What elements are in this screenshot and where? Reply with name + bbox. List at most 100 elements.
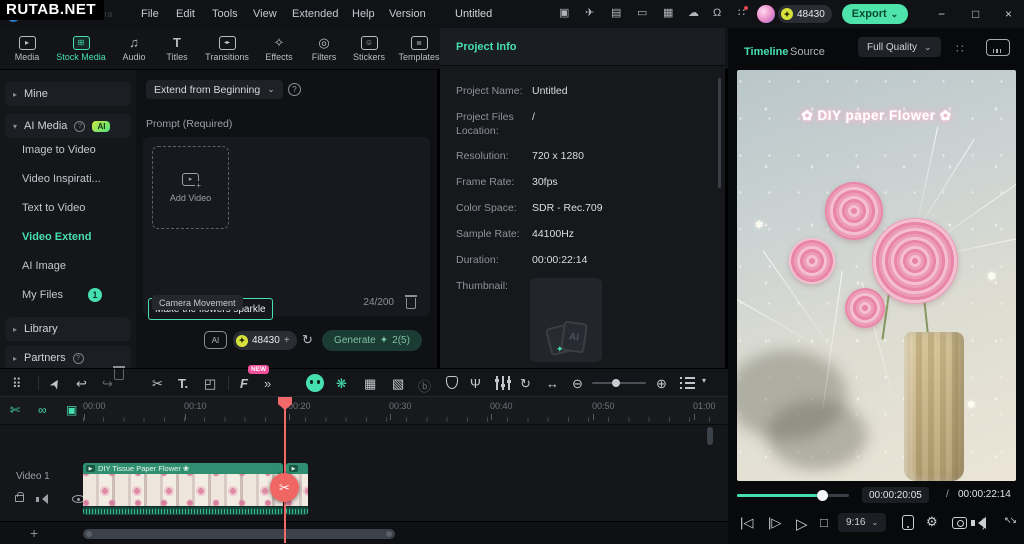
display-icon[interactable]: ▭: [637, 8, 647, 19]
rotate-transform-icon[interactable]: ↻: [520, 376, 531, 392]
sidebar-item-ai-image[interactable]: AI Image: [22, 260, 66, 272]
zoom-out-icon[interactable]: ⊖: [572, 376, 583, 392]
lock-track-icon[interactable]: [15, 495, 24, 502]
sidebar-group-ai-media[interactable]: ▾ AI Media ? AI: [5, 114, 131, 138]
menu-view[interactable]: View: [253, 8, 277, 20]
coin-balance-pill[interactable]: ✦ 48430 +: [233, 331, 297, 350]
cloud-upload-icon[interactable]: ☁: [688, 8, 699, 19]
menu-extended[interactable]: Extended: [292, 8, 338, 20]
generate-button[interactable]: Generate ✦ 2(5): [322, 330, 422, 351]
link-clips-icon[interactable]: ∞: [38, 403, 47, 417]
shield-icon[interactable]: [446, 376, 458, 389]
add-video-dropzone[interactable]: ▸ Add Video: [152, 146, 229, 229]
sidebar-item-text-to-video[interactable]: Text to Video: [22, 202, 85, 214]
panel-scrollbar[interactable]: [718, 78, 721, 188]
tab-source[interactable]: Source: [790, 46, 825, 58]
tab-audio[interactable]: ♫ Audio: [112, 29, 156, 69]
tab-transitions[interactable]: ◂▸ Transitions: [198, 29, 256, 69]
headset-support-icon[interactable]: Ω: [713, 8, 721, 19]
menu-file[interactable]: File: [141, 8, 159, 20]
help-icon[interactable]: ?: [288, 83, 301, 96]
track-manager-icon[interactable]: [680, 377, 695, 389]
coin-balance-pill[interactable]: ✦ 48430: [778, 5, 832, 23]
video-preview[interactable]: ✿ DIY paper Flower ✿ ✽ ✽ ✽: [737, 70, 1016, 481]
volume-speaker-icon[interactable]: [978, 517, 986, 529]
share-icon[interactable]: ✈: [585, 8, 594, 19]
clear-prompt-trash-icon[interactable]: [406, 298, 416, 309]
quick-split-scissors-button[interactable]: ✂: [270, 473, 299, 502]
aspect-ratio-dropdown[interactable]: 9:16 ⌄: [838, 513, 886, 532]
sidebar-item-video-extend[interactable]: Video Extend: [22, 231, 91, 243]
zoom-in-icon[interactable]: ⊕: [656, 376, 667, 392]
sidebar-group-mine[interactable]: ▸ Mine: [5, 82, 131, 106]
window-close-button[interactable]: ×: [1005, 7, 1012, 21]
refresh-icon[interactable]: ↻: [302, 333, 313, 346]
video-clip[interactable]: ▶ DIY Tissue Paper Flower ❀: [83, 463, 283, 515]
clapper-icon[interactable]: ▦: [364, 376, 376, 392]
export-button[interactable]: Export ⌄: [842, 4, 908, 24]
sidebar-item-video-inspiration[interactable]: Video Inspirati...: [22, 173, 101, 185]
speed-icon[interactable]: ⓑ: [418, 376, 431, 395]
tab-timeline[interactable]: Timeline: [744, 46, 788, 58]
split-scissors-icon[interactable]: ✂: [152, 376, 163, 392]
video-scope-icon[interactable]: [986, 39, 1010, 56]
voiceover-mic-icon[interactable]: Ψ: [470, 376, 481, 391]
adjust-tool-icon[interactable]: F: [240, 376, 248, 391]
tab-effects[interactable]: ✧ Effects: [256, 29, 302, 69]
playback-settings-gear-icon[interactable]: ⚙: [926, 515, 938, 528]
save-icon[interactable]: ▦: [663, 8, 673, 19]
snap-icon[interactable]: ▣: [66, 403, 77, 417]
menu-help[interactable]: Help: [352, 8, 375, 20]
seek-handle[interactable]: [817, 490, 828, 501]
play-button[interactable]: ▷: [796, 515, 808, 533]
chevron-down-icon[interactable]: ▾: [702, 376, 706, 385]
ai-copilot-icon[interactable]: [306, 374, 324, 392]
track-vertical-scrollbar[interactable]: [707, 427, 713, 445]
tab-stickers[interactable]: ☺ Stickers: [346, 29, 392, 69]
timeline-zoom-slider[interactable]: [592, 382, 646, 384]
mute-track-icon[interactable]: [42, 494, 48, 504]
notifications-grid-icon[interactable]: ∷: [738, 8, 745, 19]
select-cursor-icon[interactable]: ➤: [46, 375, 65, 392]
camera-movement-button[interactable]: Camera Movement: [152, 295, 243, 310]
stop-button[interactable]: □: [820, 515, 828, 530]
tab-templates[interactable]: ≣ Templates: [392, 29, 446, 69]
layout-grid-icon[interactable]: ∷: [956, 42, 964, 56]
ai-model-button[interactable]: AI: [204, 331, 227, 349]
image-icon[interactable]: ▧: [392, 376, 404, 392]
menu-tools[interactable]: Tools: [212, 8, 238, 20]
redo-icon[interactable]: ↪: [102, 376, 113, 392]
tab-filters[interactable]: ◎ Filters: [302, 29, 346, 69]
snapshot-camera-icon[interactable]: [952, 517, 967, 529]
sidebar-group-library[interactable]: ▸ Library: [5, 317, 131, 341]
next-frame-button[interactable]: |▷: [768, 515, 781, 531]
zoom-slider-handle[interactable]: [612, 379, 620, 387]
extend-mode-dropdown[interactable]: Extend from Beginning ⌄: [146, 80, 283, 99]
workspace-icon[interactable]: ▤: [611, 8, 621, 19]
crop-icon[interactable]: ◰: [204, 376, 216, 392]
delete-trash-icon[interactable]: [128, 376, 138, 390]
auto-fit-icon[interactable]: ↔: [546, 376, 559, 391]
prompt-input-area[interactable]: ▸ Add Video Make the flowers sparkle Cam…: [143, 137, 430, 316]
gift-icon[interactable]: ▣: [559, 8, 569, 19]
seek-bar[interactable]: [737, 494, 849, 497]
tab-media[interactable]: ▸ Media: [4, 29, 50, 69]
quality-dropdown[interactable]: Full Quality ⌄: [858, 37, 941, 57]
window-maximize-button[interactable]: □: [972, 7, 979, 21]
auto-ripple-icon[interactable]: ✄: [10, 403, 20, 417]
add-track-button[interactable]: +: [30, 525, 38, 541]
text-tool-icon[interactable]: T.: [178, 376, 188, 391]
timeline-ruler[interactable]: ✄ ∞ ▣ 00:00 00:10 00:20 00:30 00:40 00:5…: [0, 397, 728, 425]
window-minimize-button[interactable]: −: [938, 7, 945, 21]
sidebar-item-my-files[interactable]: My Files: [22, 289, 63, 301]
sidebar-item-image-to-video[interactable]: Image to Video: [22, 144, 96, 156]
undo-icon[interactable]: ↩: [76, 376, 87, 392]
more-tools-icon[interactable]: »: [264, 376, 271, 391]
tab-titles[interactable]: T Titles: [156, 29, 198, 69]
tab-stock-media[interactable]: ⊞ Stock Media: [50, 29, 112, 69]
fullscreen-icon[interactable]: ↖↘: [1004, 515, 1015, 526]
preview-on-device-icon[interactable]: [902, 515, 914, 530]
playhead-line[interactable]: [284, 397, 286, 543]
timeline-horizontal-scrollbar[interactable]: [83, 529, 395, 539]
audio-mixer-icon[interactable]: [496, 376, 510, 390]
